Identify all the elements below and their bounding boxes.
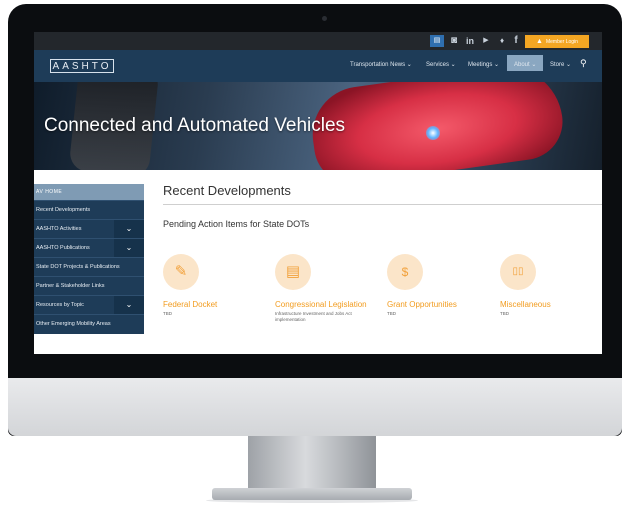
member-login-label: Member Login xyxy=(545,39,578,45)
camera-dot xyxy=(322,16,327,21)
youtube-icon[interactable]: ▶ xyxy=(480,35,492,47)
user-icon: ▲ xyxy=(536,38,543,45)
linkedin-icon[interactable]: in xyxy=(464,35,476,47)
sidebar-item-label: Partner & Stakeholder Links xyxy=(36,283,105,289)
website-screen: ▤ ◙ in ▶ ♦ f ▲ Member Login AASHTO Transp… xyxy=(34,32,602,354)
card-title-grant-opportunities[interactable]: Grant Opportunities xyxy=(387,300,457,310)
sidebar-item-label: Recent Developments xyxy=(36,207,91,213)
book-icon[interactable]: ▯▯ xyxy=(500,254,536,290)
sidebar-item-label: State DOT Projects & Publications xyxy=(36,264,120,270)
sidebar-nav: AV HOME Recent Developments AASHTO Activ… xyxy=(34,184,144,334)
title-divider xyxy=(163,204,602,205)
sidebar-item-partner-links[interactable]: Partner & Stakeholder Links xyxy=(34,276,144,295)
hero-banner: Connected and Automated Vehicles xyxy=(34,82,602,170)
sensor-glow xyxy=(426,126,440,140)
sidebar-item-aashto-activities[interactable]: AASHTO Activities ⌄ xyxy=(34,219,144,238)
nav-meetings[interactable]: Meetings ⌄ xyxy=(468,60,499,70)
card-desc: TBD xyxy=(163,311,172,316)
section-subtitle: Pending Action Items for State DOTs xyxy=(163,219,310,229)
nav-transportation-news[interactable]: Transportation News ⌄ xyxy=(350,60,412,70)
utility-bar: ▤ ◙ in ▶ ♦ f ▲ Member Login xyxy=(34,32,602,50)
sidebar-item-aashto-publications[interactable]: AASHTO Publications ⌄ xyxy=(34,238,144,257)
hero-title: Connected and Automated Vehicles xyxy=(44,115,346,136)
page-title: Recent Developments xyxy=(163,183,291,198)
document-icon[interactable]: ✎ xyxy=(163,254,199,290)
sidebar-item-recent-developments[interactable]: Recent Developments xyxy=(34,200,144,219)
nav-about[interactable]: About ⌄ xyxy=(514,60,536,70)
sidebar-item-label: AASHTO Activities xyxy=(36,226,82,232)
dollar-icon[interactable]: $ xyxy=(387,254,423,290)
facebook-icon[interactable]: f xyxy=(511,35,521,47)
red-car-image xyxy=(306,82,568,170)
nav-services[interactable]: Services ⌄ xyxy=(426,60,456,70)
member-login-button[interactable]: ▲ Member Login xyxy=(525,35,589,48)
monitor-base xyxy=(212,488,412,500)
instagram-icon[interactable]: ◙ xyxy=(448,35,460,47)
card-desc: TBD xyxy=(387,311,396,316)
chevron-down-icon[interactable]: ⌄ xyxy=(114,220,144,238)
legislation-icon[interactable]: ▤ xyxy=(275,254,311,290)
card-title-miscellaneous[interactable]: Miscellaneous xyxy=(500,300,551,310)
sidebar-item-label: Other Emerging Mobility Areas xyxy=(36,321,111,327)
card-title-federal-docket[interactable]: Federal Docket xyxy=(163,300,217,310)
newsletter-icon[interactable]: ▤ xyxy=(430,35,444,47)
card-desc: Infrastructure Investment and Jobs Act i… xyxy=(275,311,352,322)
chevron-down-icon[interactable]: ⌄ xyxy=(114,296,144,314)
monitor-chin xyxy=(8,378,622,436)
chevron-down-icon[interactable]: ⌄ xyxy=(114,239,144,257)
sidebar-item-label: Resources by Topic xyxy=(36,302,84,308)
sidebar-item-other-emerging-mobility[interactable]: Other Emerging Mobility Areas xyxy=(34,314,144,333)
search-icon[interactable]: ⚲ xyxy=(580,58,587,68)
twitter-icon[interactable]: ♦ xyxy=(496,35,508,47)
monitor-stand xyxy=(248,436,376,492)
sidebar-item-state-dot-projects[interactable]: State DOT Projects & Publications xyxy=(34,257,144,276)
nav-store[interactable]: Store ⌄ xyxy=(550,60,571,70)
main-nav: AASHTO Transportation News ⌄ Services ⌄ … xyxy=(34,50,602,82)
card-title-congressional-legislation[interactable]: Congressional Legislation xyxy=(275,300,367,310)
sidebar-header[interactable]: AV HOME xyxy=(34,184,144,200)
sidebar-item-resources-by-topic[interactable]: Resources by Topic ⌄ xyxy=(34,295,144,314)
aashto-logo[interactable]: AASHTO xyxy=(50,59,114,73)
card-desc: TBD xyxy=(500,311,509,316)
sidebar-item-label: AASHTO Publications xyxy=(36,245,90,251)
